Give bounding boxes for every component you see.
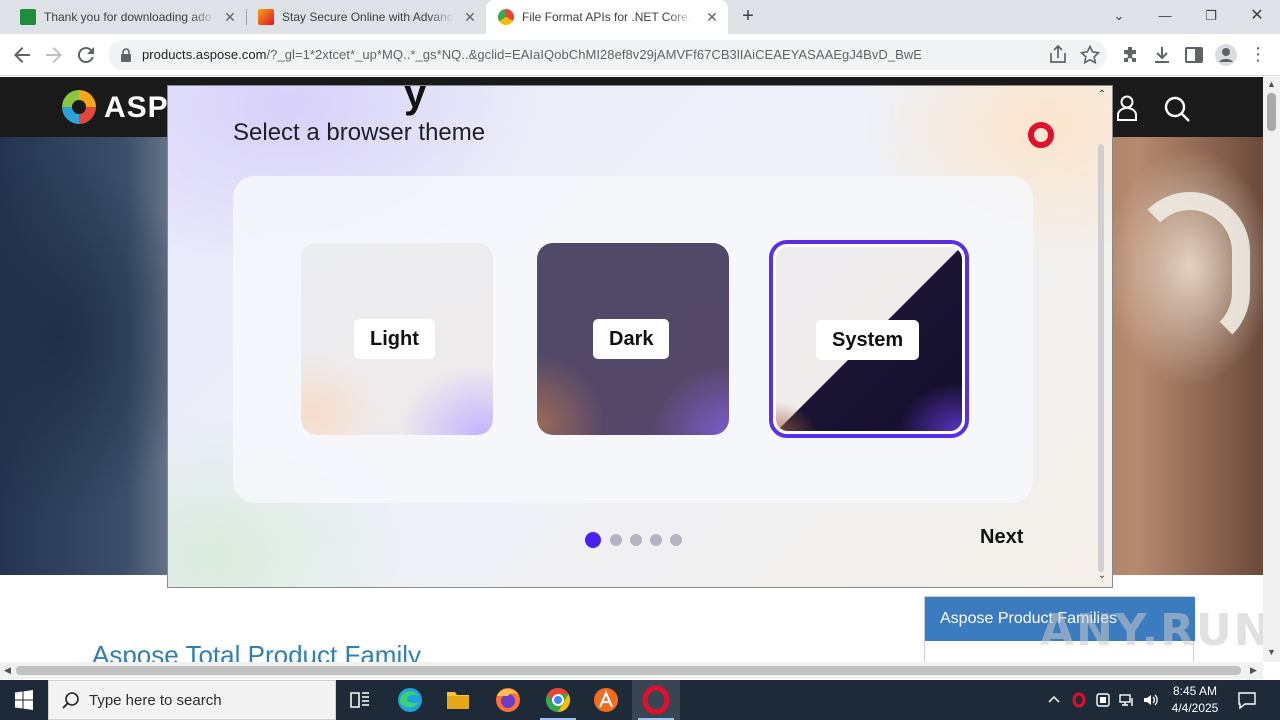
family-title[interactable]: Aspose Total Product Family	[92, 640, 421, 662]
taskbar-search-box[interactable]: Type here to search	[48, 680, 336, 720]
tab-favicon-icon	[20, 9, 36, 25]
dialog-scroll-up-icon[interactable]: ⌃	[1096, 89, 1108, 101]
menu-kebab-icon[interactable]: ⋮	[1246, 43, 1270, 67]
theme-label: Light	[354, 319, 435, 359]
step-dot[interactable]	[630, 534, 642, 546]
minimize-button[interactable]: —	[1142, 0, 1188, 34]
theme-options-panel: Light Dark System	[233, 176, 1033, 503]
scroll-thumb[interactable]	[1267, 93, 1276, 131]
dialog-scrollbar[interactable]: ⌃ ⌄	[1096, 86, 1112, 587]
tab-stay-secure[interactable]: Stay Secure Online with Advanc ✕	[238, 0, 486, 34]
theme-label: System	[816, 320, 920, 360]
anyrun-watermark: ANY.RUN	[1040, 605, 1263, 656]
theme-label: Dark	[593, 319, 670, 359]
firefox-icon[interactable]	[484, 680, 532, 720]
back-arrow-icon[interactable]	[10, 43, 34, 67]
edge-browser-icon[interactable]	[386, 680, 434, 720]
url-path: /?_gl=1*2xtcet*_up*MQ..*_gs*NQ..&gclid=E…	[266, 47, 923, 62]
bookmark-star-icon[interactable]	[1078, 43, 1102, 67]
taskbar-clock[interactable]: 8:45 AM 4/4/2025	[1165, 683, 1225, 717]
side-panel-icon[interactable]	[1182, 43, 1206, 67]
share-icon[interactable]	[1046, 43, 1070, 67]
avast-icon[interactable]	[582, 680, 630, 720]
profile-avatar-icon[interactable]	[1214, 43, 1238, 67]
tab-aspose[interactable]: File Format APIs for .NET Core, J ✕	[486, 0, 728, 34]
dialog-scroll-down-icon[interactable]: ⌄	[1096, 570, 1108, 582]
tab-title: Stay Secure Online with Advanc	[282, 10, 453, 24]
opera-logo-icon	[1028, 122, 1054, 148]
download-icon[interactable]	[1150, 43, 1174, 67]
opera-tray-icon[interactable]	[1070, 691, 1088, 720]
reload-icon[interactable]	[74, 43, 98, 67]
scroll-right-arrow-icon[interactable]: ▶	[1250, 665, 1257, 676]
scroll-left-arrow-icon[interactable]: ◀	[4, 665, 11, 676]
url-host: products.aspose.com	[142, 47, 267, 62]
scroll-thumb[interactable]	[16, 666, 1241, 675]
user-account-icon[interactable]	[1116, 95, 1138, 121]
browser-toolbar: products.aspose.com/?_gl=1*2xtcet*_up*MQ…	[0, 34, 1280, 76]
dialog-title: Select a browser theme	[233, 119, 486, 146]
clock-time: 8:45 AM	[1172, 684, 1218, 698]
task-view-icon[interactable]	[336, 680, 384, 720]
forward-arrow-icon[interactable]	[42, 43, 66, 67]
hero-cup-shape	[1130, 192, 1250, 352]
windows-taskbar: Type here to search 8:45 AM 4/4/2025	[0, 680, 1280, 720]
close-tab-icon[interactable]: ✕	[462, 9, 478, 25]
clipped-heading-fragment: y	[404, 85, 427, 116]
url-text: products.aspose.com/?_gl=1*2xtcet*_up*MQ…	[142, 47, 922, 62]
windows-start-icon[interactable]	[0, 680, 48, 720]
lock-icon[interactable]	[120, 48, 132, 62]
scroll-up-arrow-icon[interactable]: ▲	[1267, 79, 1276, 89]
chrome-icon[interactable]	[534, 680, 582, 720]
step-dot-active[interactable]	[585, 532, 601, 548]
extensions-puzzle-icon[interactable]	[1118, 43, 1142, 67]
close-window-button[interactable]: ✕	[1234, 0, 1280, 34]
address-bar[interactable]: products.aspose.com/?_gl=1*2xtcet*_up*MQ…	[108, 40, 1107, 70]
restore-button[interactable]: ❐	[1188, 0, 1234, 34]
tab-title: Thank you for downloading ado	[44, 10, 212, 24]
file-explorer-icon[interactable]	[434, 680, 482, 720]
browser-theme-dialog: y Select a browser theme Light Dark Syst…	[167, 85, 1113, 588]
tab-downloads[interactable]: Thank you for downloading ado ✕	[0, 0, 246, 34]
theme-option-light[interactable]: Light	[301, 243, 493, 435]
chrome-favicon-icon	[498, 9, 514, 25]
volume-icon[interactable]	[1142, 691, 1160, 720]
theme-option-system[interactable]: System	[769, 240, 969, 438]
dialog-scroll-thumb[interactable]	[1098, 144, 1104, 572]
opera-taskbar-icon[interactable]	[632, 680, 680, 720]
notifications-icon[interactable]	[1236, 690, 1260, 720]
step-dot[interactable]	[670, 534, 682, 546]
tab-title: File Format APIs for .NET Core, J	[522, 10, 694, 24]
step-dot[interactable]	[650, 534, 662, 546]
page-vertical-scrollbar[interactable]: ▲ ▼	[1263, 77, 1280, 662]
theme-option-dark[interactable]: Dark	[537, 243, 729, 435]
step-dot[interactable]	[610, 534, 622, 546]
tab-favicon-icon	[258, 9, 274, 25]
new-tab-button[interactable]: +	[737, 5, 759, 27]
taskbar-search-placeholder: Type here to search	[89, 692, 222, 709]
network-icon[interactable]	[1118, 691, 1136, 720]
scroll-down-arrow-icon[interactable]: ▼	[1267, 647, 1276, 657]
tab-search-icon[interactable]: ⌄	[1096, 0, 1142, 34]
clock-date: 4/4/2025	[1171, 701, 1219, 715]
close-tab-icon[interactable]: ✕	[704, 9, 720, 25]
search-icon	[62, 692, 79, 709]
show-hidden-icons-chevron-icon[interactable]	[1046, 692, 1062, 720]
site-search-icon[interactable]	[1163, 95, 1191, 123]
tab-strip: Thank you for downloading ado ✕ Stay Sec…	[0, 0, 1280, 34]
next-button[interactable]: Next	[980, 526, 1023, 549]
close-tab-icon[interactable]: ✕	[222, 9, 238, 25]
page-horizontal-scrollbar[interactable]: ◀ ▶	[0, 662, 1263, 679]
device-tray-icon[interactable]	[1094, 691, 1112, 720]
aspose-logo-icon[interactable]	[62, 90, 96, 124]
